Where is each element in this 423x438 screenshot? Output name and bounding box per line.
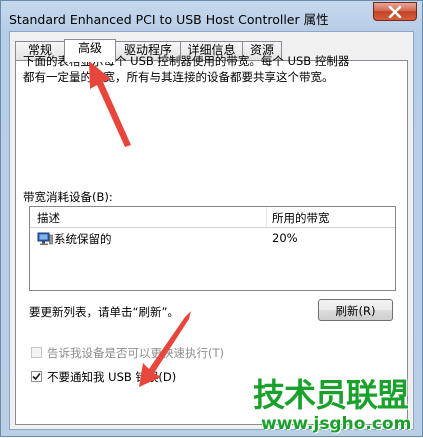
close-button[interactable] [373,2,417,21]
close-icon [388,6,402,18]
column-header-description[interactable]: 描述 [37,210,60,226]
bandwidth-devices-label: 带宽消耗设备(B): [23,190,113,204]
refresh-button[interactable]: 刷新(R) [318,299,393,321]
device-bandwidth: 20% [272,231,298,245]
faster-device-checkbox [31,347,42,358]
refresh-instruction: 要更新列表，请单击“刷新”。 [29,305,179,319]
computer-icon [37,232,53,246]
faster-device-label: 告诉我设备是否可以更快速执行(T) [47,346,224,360]
window-title: Standard Enhanced PCI to USB Host Contro… [9,12,329,27]
properties-window: Standard Enhanced PCI to USB Host Contro… [0,0,423,437]
device-description: 系统保留的 [54,232,112,246]
description-line-2: 都有一定量的带宽，所有与其连接的设备都要共享这个带宽。 [23,70,334,84]
list-header: 描述 所用的带宽 [30,207,395,228]
usb-error-label: 不要通知我 USB 错误(D) [47,370,177,384]
column-header-bandwidth[interactable]: 所用的带宽 [272,210,330,226]
title-bar[interactable]: Standard Enhanced PCI to USB Host Contro… [1,1,422,31]
list-item[interactable]: 系统保留的 20% [30,230,395,248]
bandwidth-device-list[interactable]: 描述 所用的带宽 系统保留的 20% [29,206,396,291]
checkmark-icon [32,372,41,381]
tab-advanced[interactable]: 高级 [64,39,116,62]
column-separator[interactable] [266,207,267,227]
usb-error-checkbox[interactable] [31,371,42,382]
